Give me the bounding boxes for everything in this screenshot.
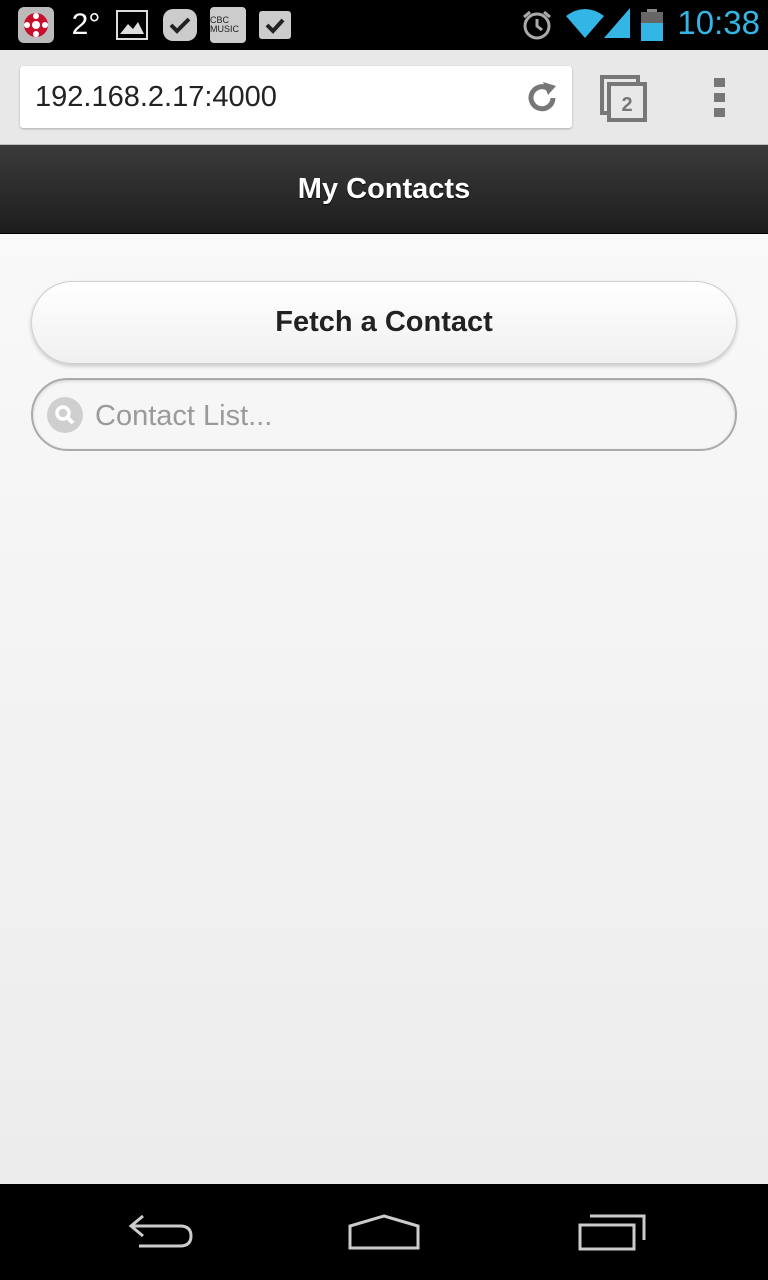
shopping-bag-icon <box>259 11 291 39</box>
navigation-bar <box>0 1184 768 1280</box>
search-icon <box>47 397 83 433</box>
cbc-music-icon: CBC MUSIC <box>210 7 246 43</box>
main-content: Fetch a Contact <box>0 234 768 1184</box>
recent-apps-icon[interactable] <box>570 1208 650 1256</box>
url-text[interactable]: 192.168.2.17:4000 <box>35 81 277 114</box>
browser-toolbar: 192.168.2.17:4000 2 <box>0 50 768 145</box>
alarm-icon <box>520 8 554 42</box>
battery-icon <box>641 9 663 41</box>
overflow-menu-icon[interactable] <box>708 76 732 120</box>
wifi-icon <box>566 8 604 38</box>
signal-icon <box>604 8 630 38</box>
page-title: My Contacts <box>297 172 471 205</box>
back-icon[interactable] <box>120 1208 200 1256</box>
app-header: My Contacts <box>0 145 768 234</box>
contact-list-search[interactable] <box>31 378 737 451</box>
gallery-icon <box>116 10 148 40</box>
tab-count: 2 <box>621 94 632 116</box>
cbc-icon <box>18 7 54 43</box>
url-bar[interactable]: 192.168.2.17:4000 <box>20 66 572 128</box>
check-icon <box>163 9 197 41</box>
status-bar: 2° CBC MUSIC 10:38 <box>0 0 768 50</box>
reload-icon[interactable] <box>522 78 562 118</box>
fetch-contact-button[interactable]: Fetch a Contact <box>31 281 737 364</box>
home-icon[interactable] <box>344 1208 424 1256</box>
clock-text: 10:38 <box>677 4 760 41</box>
tabs-button[interactable]: 2 <box>598 74 648 124</box>
temperature-text: 2° <box>71 8 101 41</box>
music-label: CBC MUSIC <box>210 15 239 34</box>
search-input[interactable] <box>93 390 717 442</box>
